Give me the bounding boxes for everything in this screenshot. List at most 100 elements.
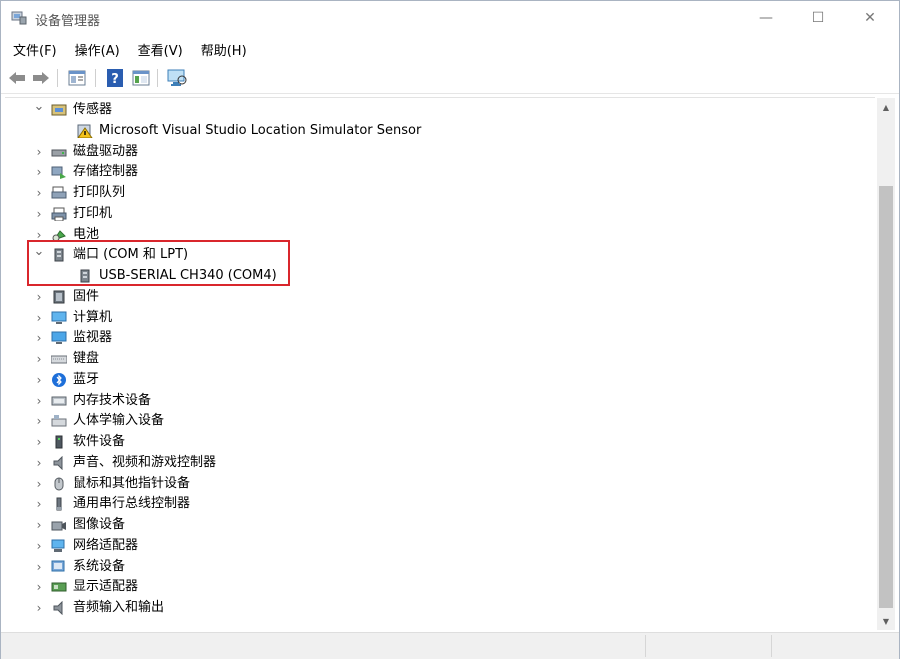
chevron-right-icon[interactable]: › — [33, 391, 45, 411]
tree-item-label: 计算机 — [73, 309, 113, 325]
tree-category-item[interactable]: ⌄ 传感器 — [5, 100, 865, 120]
tree-category-item[interactable]: › 计算机 — [5, 308, 865, 328]
tree-item-label: 通用串行总线控制器 — [73, 496, 191, 512]
imaging-icon — [51, 521, 66, 531]
tree-item-label: 显示适配器 — [73, 579, 139, 595]
chevron-right-icon[interactable]: › — [33, 308, 45, 328]
chevron-right-icon[interactable]: › — [33, 162, 45, 182]
chevron-right-icon[interactable]: › — [33, 204, 45, 224]
tree-category-item[interactable]: › 软件设备 — [5, 432, 865, 452]
mouse-icon — [54, 477, 64, 490]
chevron-right-icon[interactable]: › — [33, 494, 45, 514]
tree-category-item[interactable]: › 磁盘驱动器 — [5, 142, 865, 162]
back-button[interactable] — [7, 68, 27, 88]
tree-item-label: 音频输入和输出 — [73, 600, 165, 615]
scan-hardware-button[interactable] — [167, 68, 187, 88]
tree-item-label: 传感器 — [73, 102, 113, 117]
tree-item-label: 内存技术设备 — [73, 392, 152, 408]
tree-item-label: 鼠标和其他指针设备 — [73, 475, 191, 491]
network-adapter-icon — [51, 539, 65, 552]
toolbar-separator — [157, 69, 158, 87]
chevron-right-icon[interactable]: › — [33, 536, 45, 556]
chevron-right-icon[interactable]: › — [33, 474, 45, 494]
chevron-right-icon[interactable]: › — [33, 142, 45, 162]
tree-category-item[interactable]: › 键盘 — [5, 349, 865, 369]
chevron-right-icon[interactable]: › — [33, 287, 45, 307]
chevron-right-icon[interactable]: › — [33, 370, 45, 390]
properties-button[interactable] — [67, 68, 87, 88]
chevron-right-icon[interactable]: › — [33, 328, 45, 348]
chevron-right-icon[interactable]: › — [33, 411, 45, 431]
tree-category-item[interactable]: › 蓝牙 — [5, 370, 865, 390]
monitor-icon — [51, 331, 67, 345]
tree-category-item[interactable]: › 存储控制器 — [5, 162, 865, 182]
tree-category-item[interactable]: › 内存技术设备 — [5, 391, 865, 411]
chevron-right-icon[interactable]: › — [33, 598, 45, 618]
menu-file[interactable]: 文件(F) — [7, 37, 63, 61]
vertical-scrollbar[interactable]: ▲ ▼ — [877, 98, 895, 630]
tree-item-label: 存储控制器 — [73, 164, 139, 180]
help-button[interactable]: ? — [105, 68, 125, 88]
tree-category-item[interactable]: › 网络适配器 — [5, 536, 865, 556]
chevron-right-icon[interactable]: › — [33, 183, 45, 203]
tree-item-label: 监视器 — [73, 330, 113, 346]
computer-icon — [51, 311, 67, 324]
chevron-right-icon[interactable]: › — [33, 577, 45, 597]
title-bar: 设备管理器 — ☐ ✕ — [1, 1, 899, 35]
chevron-right-icon[interactable]: › — [33, 349, 45, 369]
chevron-right-icon[interactable]: › — [33, 515, 45, 535]
svg-text:?: ? — [111, 72, 119, 87]
arrow-right-icon — [33, 72, 49, 84]
tree-category-item[interactable]: › 打印机 — [5, 204, 865, 224]
minimize-button[interactable]: — — [743, 1, 789, 35]
tree-item-label: 人体学输入设备 — [73, 413, 165, 429]
software-device-icon — [55, 435, 63, 449]
tree-category-item[interactable]: › 系统设备 — [5, 557, 865, 577]
display-adapter-icon — [51, 582, 67, 592]
view-button[interactable] — [131, 68, 151, 88]
chevron-right-icon[interactable]: › — [33, 453, 45, 473]
tree-category-item[interactable]: › 人体学输入设备 — [5, 411, 865, 431]
tree-category-item[interactable]: › 显示适配器 — [5, 577, 865, 597]
close-button[interactable]: ✕ — [847, 1, 893, 35]
tree-item-label: 打印队列 — [73, 185, 126, 200]
maximize-button[interactable]: ☐ — [795, 1, 841, 35]
status-bar — [1, 632, 899, 659]
tree-item-label: 打印机 — [73, 205, 113, 221]
menu-help[interactable]: 帮助(H) — [195, 37, 253, 61]
tree-category-item[interactable]: › 音频输入和输出 — [5, 598, 865, 618]
memory-device-icon — [51, 396, 67, 405]
tree-category-item[interactable]: › 声音、视频和游戏控制器 — [5, 453, 865, 473]
tree-category-item[interactable]: › 打印队列 — [5, 183, 865, 203]
tree-category-item[interactable]: › 鼠标和其他指针设备 — [5, 474, 865, 494]
printer-icon — [51, 207, 67, 221]
tree-item-label: 软件设备 — [73, 434, 126, 449]
tree-item-label: Microsoft Visual Studio Location Simulat… — [99, 122, 422, 138]
forward-button[interactable] — [31, 68, 51, 88]
tree-device-item[interactable]: Microsoft Visual Studio Location Simulat… — [5, 121, 865, 141]
tree-item-label: 声音、视频和游戏控制器 — [73, 454, 217, 470]
scroll-up-button[interactable]: ▲ — [877, 98, 895, 116]
chevron-right-icon[interactable]: › — [33, 557, 45, 577]
tree-item-label: 系统设备 — [73, 558, 126, 574]
chevron-right-icon[interactable]: › — [33, 432, 45, 452]
bluetooth-icon — [52, 372, 66, 387]
menu-action[interactable]: 操作(A) — [69, 37, 126, 61]
scroll-thumb[interactable] — [879, 186, 893, 608]
tree-item-label: 键盘 — [73, 351, 100, 366]
maximize-icon: ☐ — [811, 10, 825, 26]
chevron-down-icon[interactable]: ⌄ — [33, 100, 45, 120]
print-queue-icon — [51, 186, 67, 199]
tree-category-item[interactable]: › 图像设备 — [5, 515, 865, 535]
tree-item-label: 网络适配器 — [73, 537, 139, 553]
audio-io-icon — [53, 601, 63, 615]
toolbar-separator — [57, 69, 58, 87]
tree-category-item[interactable]: › 监视器 — [5, 328, 865, 348]
tree-category-item[interactable]: › 固件 — [5, 287, 865, 307]
scroll-down-button[interactable]: ▼ — [877, 612, 895, 630]
tree-category-item[interactable]: › 通用串行总线控制器 — [5, 494, 865, 514]
properties-icon — [68, 70, 86, 86]
menu-view[interactable]: 查看(V) — [132, 37, 189, 61]
sensor-icon — [51, 104, 67, 116]
firmware-icon — [53, 290, 65, 304]
